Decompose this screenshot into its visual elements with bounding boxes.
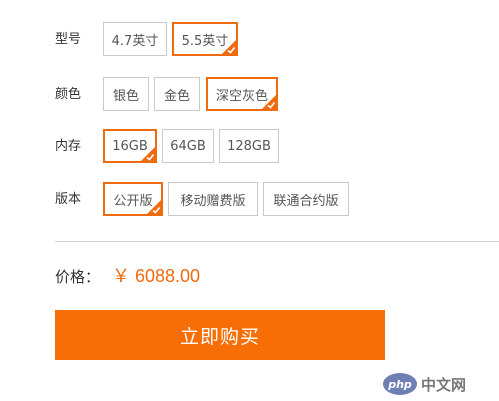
model-label: 型号 [55, 32, 82, 47]
selected-check-icon [147, 200, 161, 214]
option-text: 移动赠费版 [180, 193, 246, 209]
model-option-5-5[interactable]: 5.5英寸 [172, 22, 238, 56]
storage-option-16gb[interactable]: 16GB [103, 129, 157, 163]
php-logo-icon: php [383, 373, 417, 395]
version-option-unicom[interactable]: 联通合约版 [263, 182, 349, 216]
version-label: 版本 [55, 192, 82, 207]
option-text: 金色 [163, 88, 190, 104]
watermark: php 中文网 [383, 371, 493, 397]
color-option-gold[interactable]: 金色 [154, 77, 200, 111]
price-value: ￥ 6088.00 [112, 266, 201, 286]
product-options-page: 型号 4.7英寸 5.5英寸 颜色 银色 金色 深空灰色 内存 16GB 64G… [0, 0, 499, 401]
selected-check-icon [141, 147, 155, 161]
option-text: 联通合约版 [273, 193, 339, 209]
color-option-silver[interactable]: 银色 [103, 77, 149, 111]
model-row: 型号 4.7英寸 5.5英寸 [0, 22, 499, 58]
selected-check-icon [222, 40, 236, 54]
buy-now-label: 立即购买 [179, 325, 260, 348]
option-text: 64GB [170, 138, 206, 154]
storage-option-128gb[interactable]: 128GB [219, 129, 279, 163]
option-text: 4.7英寸 [111, 33, 159, 49]
option-text: 银色 [112, 88, 139, 104]
model-option-4-7[interactable]: 4.7英寸 [103, 22, 167, 56]
divider [55, 241, 499, 242]
version-option-public[interactable]: 公开版 [103, 182, 163, 216]
watermark-text: 中文网 [421, 375, 467, 394]
color-row: 颜色 银色 金色 深空灰色 [0, 77, 499, 113]
price-label: 价格： [55, 268, 101, 286]
storage-row: 内存 16GB 64GB 128GB [0, 129, 499, 165]
option-text: 128GB [227, 138, 271, 154]
selected-check-icon [262, 95, 276, 109]
buy-now-button[interactable]: 立即购买 [55, 310, 385, 360]
version-option-mobile[interactable]: 移动赠费版 [168, 182, 258, 216]
color-option-space-gray[interactable]: 深空灰色 [206, 77, 278, 111]
version-row: 版本 公开版 移动赠费版 联通合约版 [0, 182, 499, 218]
storage-label: 内存 [55, 139, 82, 154]
color-label: 颜色 [55, 87, 82, 102]
storage-option-64gb[interactable]: 64GB [162, 129, 214, 163]
